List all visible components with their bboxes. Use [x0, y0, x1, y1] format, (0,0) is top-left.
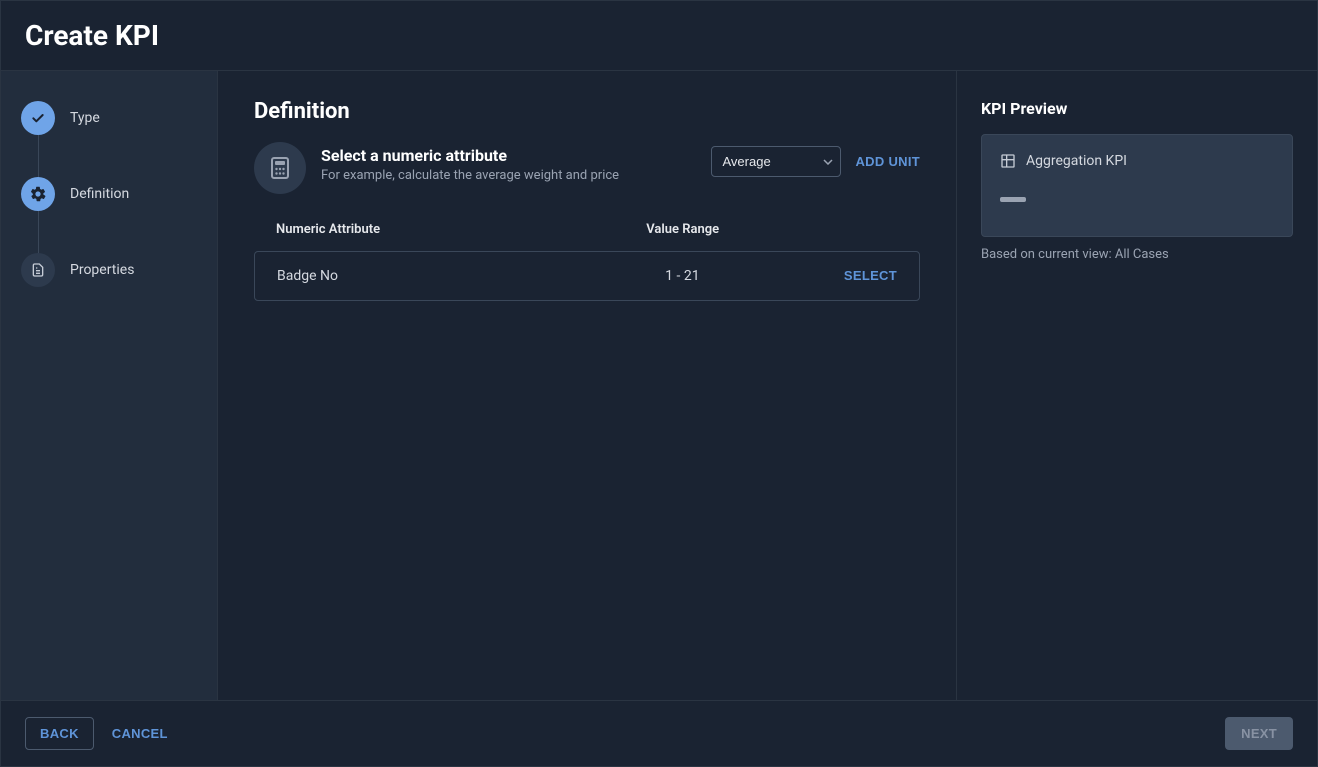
document-icon: [21, 253, 55, 287]
step-type[interactable]: Type: [21, 101, 197, 177]
preview-card: Aggregation KPI: [981, 134, 1293, 237]
main-content: Definition Select a numeric attribute Fo…: [218, 71, 957, 700]
wizard-footer: BACK CANCEL NEXT: [1, 700, 1317, 766]
table-header: Numeric Attribute Value Range: [254, 222, 920, 251]
attribute-range: 1 - 21: [587, 268, 778, 284]
attribute-name: Badge No: [277, 268, 587, 284]
step-sidebar: Type Definition Properties: [1, 71, 218, 700]
check-icon: [21, 101, 55, 135]
next-button[interactable]: NEXT: [1225, 717, 1293, 750]
page-header: Create KPI: [1, 1, 1317, 71]
column-numeric-attribute: Numeric Attribute: [276, 222, 587, 237]
add-unit-button[interactable]: ADD UNIT: [855, 154, 920, 169]
definition-subtitle: For example, calculate the average weigh…: [321, 168, 696, 183]
column-value-range: Value Range: [587, 222, 778, 237]
step-definition[interactable]: Definition: [21, 177, 197, 253]
preview-panel: KPI Preview Aggregation KPI Based on cur…: [957, 71, 1317, 700]
preview-kpi-label: Aggregation KPI: [1026, 153, 1127, 169]
aggregation-select[interactable]: Average: [711, 146, 841, 177]
preview-footer: Based on current view: All Cases: [981, 247, 1293, 262]
select-button[interactable]: SELECT: [844, 268, 897, 283]
cancel-button[interactable]: CANCEL: [112, 726, 168, 741]
step-label: Definition: [70, 186, 129, 202]
back-button[interactable]: BACK: [25, 717, 94, 750]
section-title: Definition: [254, 99, 920, 124]
preview-placeholder-bar: [1000, 197, 1026, 202]
preview-title: KPI Preview: [981, 99, 1293, 118]
step-label: Type: [70, 110, 100, 126]
step-list: Type Definition Properties: [21, 101, 197, 287]
calculator-icon: [254, 142, 306, 194]
aggregation-select-wrap: Average: [711, 146, 841, 177]
table-row: Badge No 1 - 21 SELECT: [254, 251, 920, 301]
step-properties[interactable]: Properties: [21, 253, 197, 287]
definition-title: Select a numeric attribute: [321, 146, 696, 165]
grid-icon: [1000, 153, 1016, 169]
step-connector: [38, 135, 39, 181]
step-label: Properties: [70, 262, 134, 278]
step-connector: [38, 211, 39, 257]
attribute-table: Numeric Attribute Value Range Badge No 1…: [254, 222, 920, 301]
page-title: Create KPI: [25, 19, 1293, 52]
gear-icon: [21, 177, 55, 211]
definition-header: Select a numeric attribute For example, …: [254, 142, 920, 194]
